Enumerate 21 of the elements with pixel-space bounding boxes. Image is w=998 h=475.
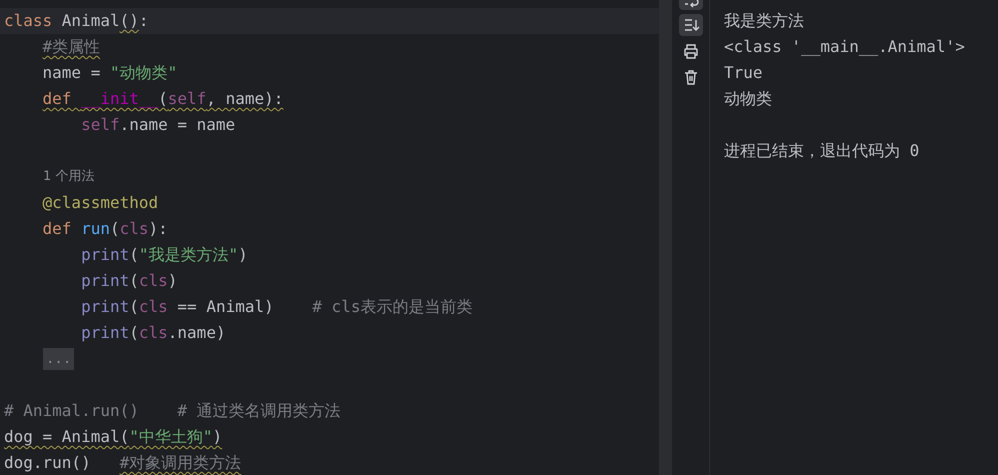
scroll-to-end-icon[interactable] — [678, 14, 702, 36]
code-line: name = "动物类" — [42, 62, 178, 84]
code-line: self.name = name — [80, 114, 236, 136]
code-line: #类属性 — [42, 36, 102, 58]
code-line: dog.run() #对象调用类方法 — [3, 452, 242, 474]
output-line: 我是类方法 — [724, 10, 805, 32]
code-line: print(cls) — [80, 270, 178, 292]
output-line: <class '__main__.Animal'> — [724, 36, 966, 58]
code-line: # Animal.run() # 通过类名调用类方法 — [3, 400, 342, 422]
code-line: print("我是类方法") — [80, 244, 249, 266]
folded-code-marker[interactable]: ... — [43, 348, 74, 370]
code-line: print(cls.name) — [80, 322, 227, 344]
code-line: def __init__(self, name): — [42, 88, 284, 110]
code-line: @classmethod — [42, 192, 160, 214]
output-line: 进程已结束，退出代码为 0 — [724, 140, 920, 162]
code-line: def run(cls): — [42, 218, 169, 240]
output-line: True — [724, 62, 764, 84]
code-line: dog = Animal("中华土狗") — [3, 426, 224, 448]
usage-hint[interactable]: 1 个用法 — [43, 169, 94, 184]
code-line: print(cls == Animal) # cls表示的是当前类 — [80, 296, 474, 318]
output-line: 动物类 — [724, 88, 773, 110]
